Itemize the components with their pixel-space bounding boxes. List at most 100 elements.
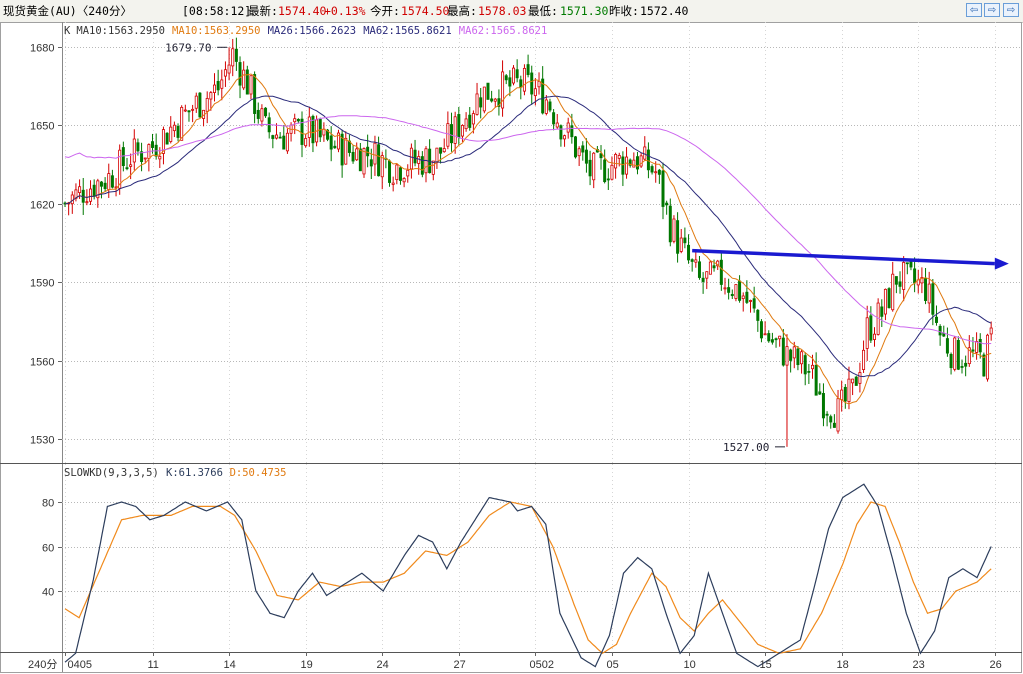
candle-body (989, 327, 993, 335)
change-value: +0.13% (324, 4, 366, 18)
candle-body (555, 122, 559, 128)
candle-body (650, 166, 654, 173)
candle-body (606, 178, 610, 181)
candle-body (274, 134, 278, 139)
candle-body (577, 148, 581, 157)
y-tick-label: 1650 (30, 121, 54, 133)
candle-body (694, 259, 698, 263)
legend-main-item: MA10:1563.2950 (76, 25, 165, 37)
candle-body (125, 167, 129, 170)
candle-body (264, 107, 268, 117)
legend-main-item: MA26:1566.2623 (268, 25, 357, 37)
candle-body (183, 109, 187, 112)
candle-body (158, 155, 162, 160)
candle-body (654, 171, 658, 174)
candle-body (420, 156, 424, 175)
candle-body (614, 154, 618, 169)
candle-body (172, 124, 176, 132)
candle-body (752, 298, 756, 309)
candle-body (632, 159, 636, 168)
candle-body (213, 84, 216, 93)
x-tick-label: 19 (301, 659, 313, 671)
candle-body (679, 237, 683, 252)
candle-body (238, 62, 242, 86)
low-value: 1571.30 (560, 4, 609, 18)
candle-body (778, 335, 782, 340)
candle-body (763, 333, 767, 336)
candle-body (89, 188, 93, 202)
candle-body (584, 149, 588, 164)
candle-body (701, 277, 705, 282)
price-chart[interactable]: 153015601590162016501680 1679.701527.00K M… (0, 22, 1023, 674)
candle-body (347, 140, 351, 153)
candle-body (676, 220, 680, 254)
candle-body (927, 283, 931, 304)
candle-body (599, 153, 603, 159)
candle-body (814, 364, 818, 396)
candle-body (508, 77, 512, 87)
candle-body (657, 169, 661, 175)
candle-body (307, 116, 311, 138)
candle-body (486, 82, 490, 100)
candle-body (913, 268, 917, 284)
candle-body (898, 281, 902, 287)
candle-body (931, 283, 935, 315)
candle-body (570, 125, 574, 138)
y-tick-label: 60 (42, 543, 54, 555)
candle-body (344, 137, 348, 165)
candle-body (610, 164, 614, 180)
candle-body (537, 80, 541, 88)
candle-body (329, 135, 333, 150)
candle-body (727, 287, 731, 293)
candle-body (512, 67, 515, 84)
candle-body (450, 124, 454, 144)
candle-body (811, 364, 814, 370)
candle-body (832, 422, 836, 428)
candle-body (446, 123, 450, 147)
candle-body (398, 167, 402, 181)
candle-body (800, 351, 804, 365)
scroll-right-button[interactable]: ⇨ (984, 3, 1000, 17)
candle-body (851, 378, 855, 384)
candle-body (143, 157, 147, 160)
candle-body (843, 386, 847, 402)
candle-body (665, 202, 669, 206)
candle-body (738, 280, 742, 301)
x-axis-label: 240分 (28, 658, 57, 671)
candle-body (293, 118, 297, 123)
candles (63, 37, 993, 447)
candle-body (355, 148, 359, 161)
candle-body (789, 349, 793, 361)
candle-body (110, 175, 114, 188)
candle-body (245, 69, 249, 95)
candle-body (840, 389, 844, 401)
expand-button[interactable]: ⇨ (1003, 3, 1019, 17)
candle-body (872, 333, 876, 340)
legend-main-item: MA10:1563.2950 (172, 25, 261, 37)
prev-close-label: 昨收: (609, 4, 639, 18)
candle-body (902, 262, 906, 290)
candle-body (85, 201, 89, 204)
candle-body (661, 170, 665, 207)
candle-body (836, 398, 840, 432)
candle-body (869, 315, 873, 341)
candle-body (690, 259, 694, 262)
candle-body (563, 135, 567, 140)
candle-body (194, 95, 198, 109)
x-tick-label: 14 (224, 659, 236, 671)
candle-body (468, 114, 472, 128)
candle-body (887, 288, 891, 309)
candle-body (643, 146, 647, 160)
x-tick-label: 15 (760, 659, 772, 671)
candle-body (938, 325, 942, 336)
x-tick-label: 11 (148, 659, 159, 671)
candle-body (880, 306, 884, 317)
candle-body (883, 288, 887, 315)
candle-body (227, 64, 231, 74)
candle-body (697, 261, 701, 278)
candle-body (205, 98, 209, 112)
candle-body (909, 260, 913, 268)
legend-main-item: K (64, 25, 71, 37)
candle-body (858, 372, 862, 384)
scroll-left-button[interactable]: ⇦ (966, 3, 982, 17)
